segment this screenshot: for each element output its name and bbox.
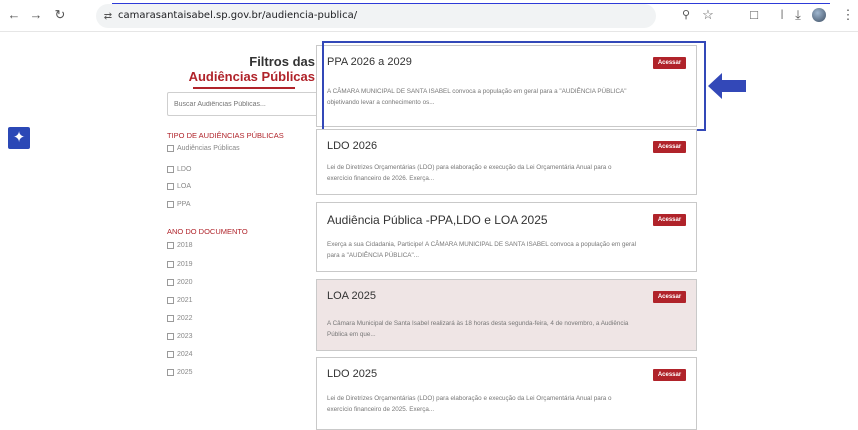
card-description-line1: Lei de Diretrizes Orçamentárias (LDO) pa…: [327, 164, 612, 171]
acessar-button[interactable]: Acessar: [653, 291, 686, 303]
filter-option-audiencias[interactable]: Audiências Públicas: [167, 145, 240, 152]
checkbox[interactable]: [167, 297, 174, 304]
checkbox[interactable]: [167, 166, 174, 173]
audiencia-card[interactable]: Audiência Pública -PPA,LDO e LOA 2025 Ac…: [316, 202, 697, 272]
card-title: LDO 2026: [327, 140, 378, 152]
audiencia-card[interactable]: LOA 2025 Acessar A Câmara Municipal de S…: [316, 279, 697, 351]
filters-subtitle: Audiências Públicas: [188, 69, 315, 84]
search-input[interactable]: [167, 92, 318, 116]
checkbox[interactable]: [167, 351, 174, 358]
filter-option-2021[interactable]: 2021: [167, 297, 193, 304]
profile-avatar[interactable]: [812, 8, 826, 22]
accessibility-icon[interactable]: ✦: [8, 127, 30, 149]
acessar-button[interactable]: Acessar: [653, 369, 686, 381]
filter-option-ldo[interactable]: LDO: [167, 166, 191, 173]
filter-option-2019[interactable]: 2019: [167, 261, 193, 268]
url-text[interactable]: camarasantaisabel.sp.gov.br/audiencia-pu…: [118, 10, 357, 21]
card-description-line2: exercício financeiro de 2025. Exerça...: [327, 406, 435, 413]
checkbox[interactable]: [167, 183, 174, 190]
hyperlink-underline: [112, 0, 830, 4]
download-icon[interactable]: ⤓: [790, 7, 806, 23]
checkbox[interactable]: [167, 315, 174, 322]
checkbox[interactable]: [167, 333, 174, 340]
filters-title: Filtros das: [249, 54, 315, 69]
browser-toolbar: ← → ↻ ⇄ camarasantaisabel.sp.gov.br/audi…: [0, 0, 858, 32]
card-description-line2: exercício financeiro de 2026. Exerça...: [327, 175, 435, 182]
filter-option-2018[interactable]: 2018: [167, 242, 193, 249]
checkbox[interactable]: [167, 279, 174, 286]
acessar-button[interactable]: Acessar: [653, 141, 686, 153]
audiencia-card[interactable]: LDO 2025 Acessar Lei de Diretrizes Orçam…: [316, 357, 697, 430]
divider-icon: |: [780, 9, 784, 20]
filter-group-year-title: ANO DO DOCUMENTO: [167, 227, 248, 236]
pointer-arrow-icon: [708, 73, 746, 99]
card-title: Audiência Pública -PPA,LDO e LOA 2025: [327, 213, 548, 227]
reload-icon[interactable]: ↻: [52, 7, 68, 23]
filter-option-loa[interactable]: LOA: [167, 183, 191, 190]
title-underline: [193, 87, 295, 89]
audiencia-card[interactable]: LDO 2026 Acessar Lei de Diretrizes Orçam…: [316, 129, 697, 195]
highlight-box: [322, 41, 706, 131]
card-title: LOA 2025: [327, 290, 376, 302]
back-icon[interactable]: ←: [6, 7, 22, 23]
checkbox[interactable]: [167, 242, 174, 249]
card-description-line1: Lei de Diretrizes Orçamentárias (LDO) pa…: [327, 395, 612, 402]
card-description-line2: Pública em que...: [327, 331, 376, 338]
extensions-icon[interactable]: □: [746, 7, 762, 23]
card-description-line2: para a "AUDIÊNCIA PÚBLICA"...: [327, 252, 419, 259]
card-description-line1: A Câmara Municipal de Santa Isabel reali…: [327, 320, 629, 327]
site-settings-icon[interactable]: ⇄: [100, 9, 116, 25]
checkbox[interactable]: [167, 201, 174, 208]
menu-icon[interactable]: ⋮: [840, 7, 856, 23]
filter-option-2022[interactable]: 2022: [167, 315, 193, 322]
checkbox[interactable]: [167, 261, 174, 268]
filter-option-2020[interactable]: 2020: [167, 279, 193, 286]
zoom-icon[interactable]: ⚲: [678, 7, 694, 23]
card-title: LDO 2025: [327, 368, 378, 380]
filter-option-2024[interactable]: 2024: [167, 351, 193, 358]
filter-option-2025[interactable]: 2025: [167, 369, 193, 376]
acessar-button[interactable]: Acessar: [653, 214, 686, 226]
checkbox[interactable]: [167, 369, 174, 376]
filter-group-type-title: TIPO DE AUDIÊNCIAS PÚBLICAS: [167, 131, 284, 140]
checkbox[interactable]: [167, 145, 174, 152]
forward-icon[interactable]: →: [28, 7, 44, 23]
card-description-line1: Exerça a sua Cidadania, Participe! A CÂM…: [327, 241, 637, 248]
filter-option-ppa[interactable]: PPA: [167, 201, 191, 208]
filter-option-2023[interactable]: 2023: [167, 333, 193, 340]
bookmark-star-icon[interactable]: ☆: [700, 7, 716, 23]
